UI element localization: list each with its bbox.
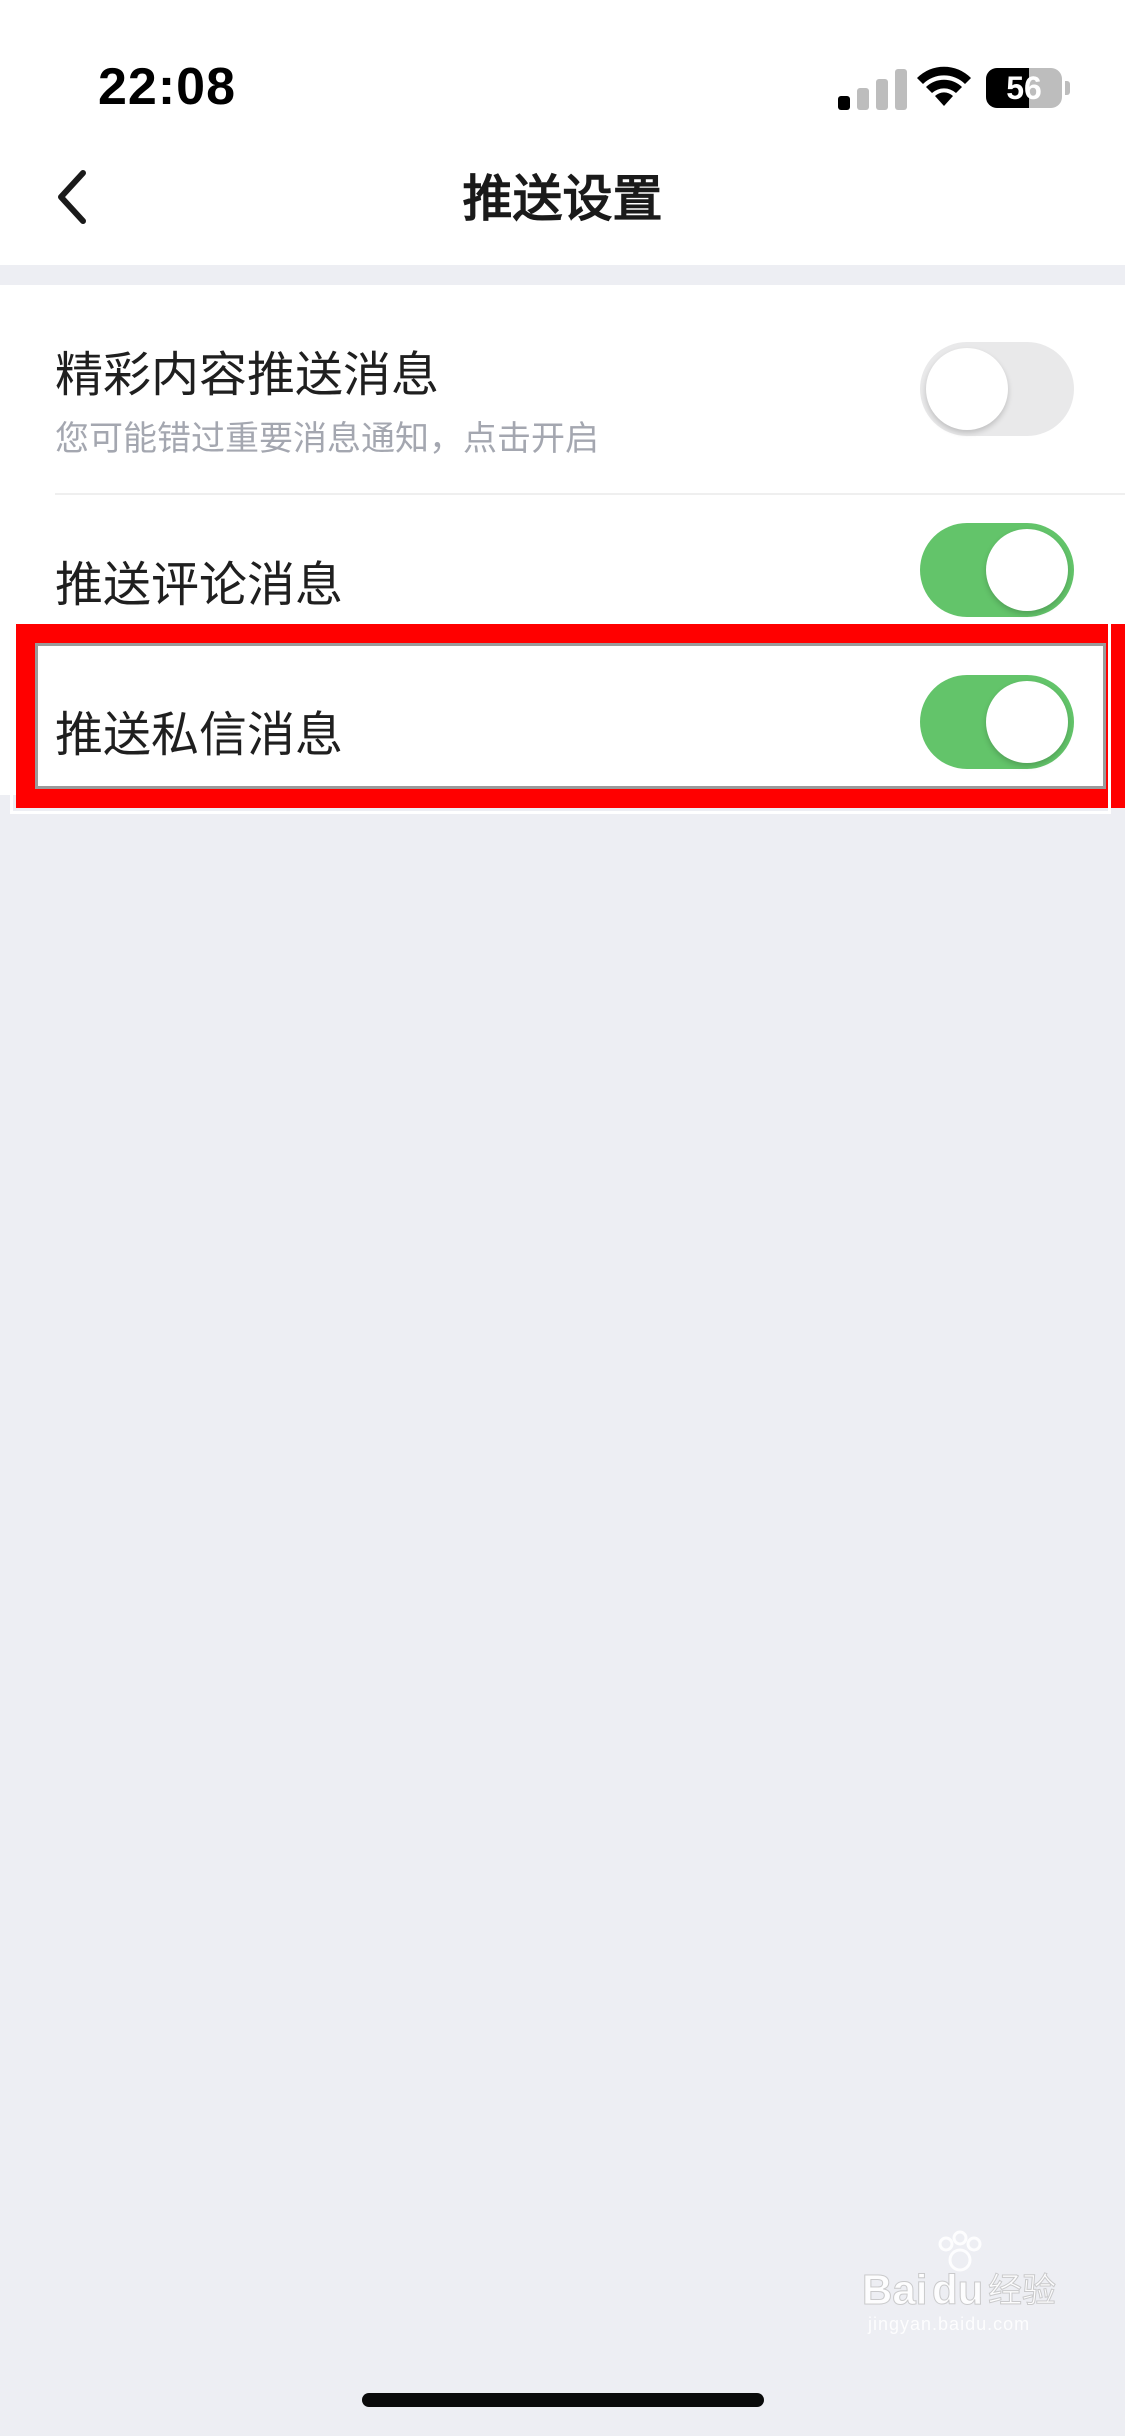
baidu-logo-icon: Bai du 经验 (862, 2230, 1057, 2314)
battery-cap (1065, 81, 1070, 95)
comment-push-toggle[interactable] (920, 523, 1074, 617)
status-bar: 22:08 56 (0, 0, 1125, 140)
nav-bar: 推送设置 (0, 140, 1125, 265)
baidu-jingyan-watermark: Bai du 经验 jingyan.baidu.com (860, 2230, 1070, 2340)
home-indicator (362, 2393, 764, 2407)
cellular-signal-icon (838, 69, 907, 110)
toggle-knob (986, 681, 1068, 763)
chevron-left-icon (58, 170, 86, 224)
setting-title: 推送私信消息 (55, 707, 344, 763)
settings-list: 精彩内容推送消息 您可能错过重要消息通知，点击开启 推送评论消息 推送私信消息 (0, 285, 1125, 795)
setting-title: 精彩内容推送消息 (55, 347, 440, 403)
battery-body: 56 (986, 68, 1062, 108)
setting-row-private-message-push: 推送私信消息 (0, 645, 1125, 795)
setting-subtitle: 您可能错过重要消息通知，点击开启 (55, 419, 599, 459)
battery-icon: 56 (986, 68, 1070, 108)
svg-text:经验: 经验 (988, 2271, 1056, 2311)
toggle-knob (986, 529, 1068, 611)
battery-level: 56 (1006, 70, 1042, 106)
svg-text:du: du (932, 2266, 983, 2313)
setting-title: 推送评论消息 (55, 557, 344, 613)
setting-row-comment-push: 推送评论消息 (0, 495, 1125, 645)
watermark-url: jingyan.baidu.com (868, 2314, 1031, 2334)
svg-text:Bai: Bai (862, 2266, 927, 2313)
back-button[interactable] (38, 162, 108, 232)
setting-row-content-push: 精彩内容推送消息 您可能错过重要消息通知，点击开启 (0, 285, 1125, 495)
content-push-toggle[interactable] (920, 342, 1074, 436)
wifi-icon (917, 66, 971, 106)
page-title: 推送设置 (462, 170, 663, 228)
private-message-push-toggle[interactable] (920, 675, 1074, 769)
status-time: 22:08 (98, 58, 236, 116)
toggle-knob (926, 348, 1008, 430)
